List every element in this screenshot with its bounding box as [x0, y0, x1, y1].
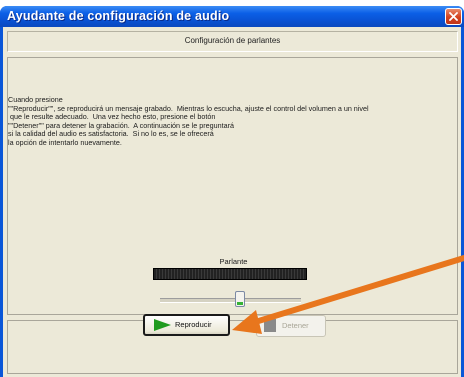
- orange-pointer-arrow: [232, 255, 464, 334]
